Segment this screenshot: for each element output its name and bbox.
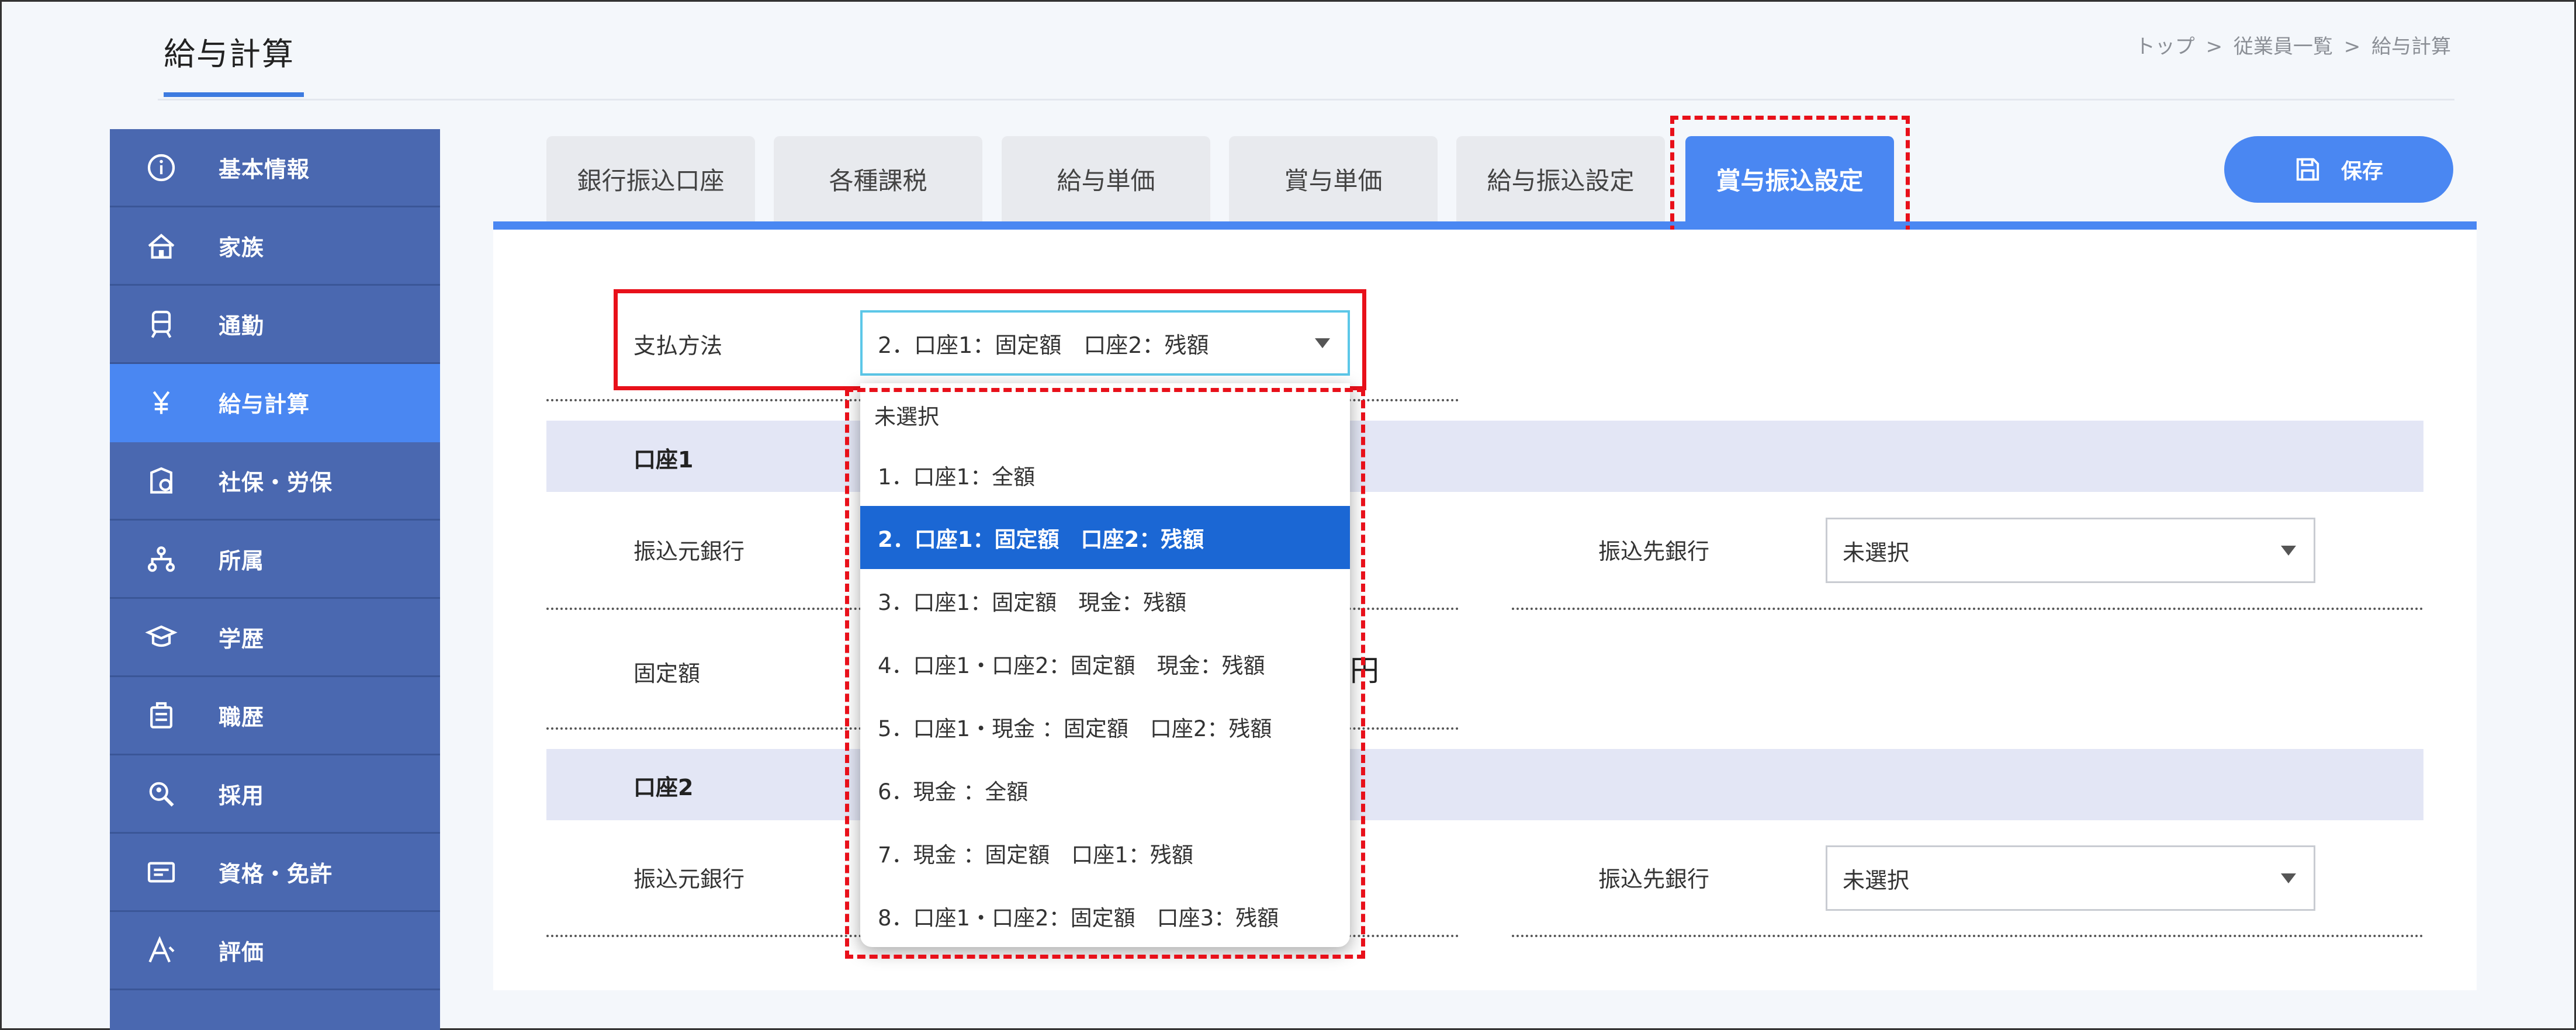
magnifier-icon [144,776,179,811]
dest-bank-label: 振込先銀行 [1598,866,1710,892]
breadcrumb-separator: > [2205,35,2223,58]
page-title: 給与計算 [164,36,295,72]
row-divider [1512,608,2423,610]
save-button-label: 保存 [2340,159,2383,183]
chevron-down-icon [2281,873,2296,883]
chevron-down-icon [2281,546,2296,556]
source-bank-label: 振込元銀行 [633,866,745,892]
breadcrumb-employee-list-link[interactable]: 従業員一覧 [2234,35,2333,58]
insurance-icon [144,463,179,498]
source-bank-label: 振込元銀行 [633,539,745,564]
briefcase-icon [144,698,179,733]
sidebar-item-evaluation[interactable]: 評価 [110,912,440,990]
sidebar-item-label: 社保・労保 [219,470,333,495]
sidebar-item-label: 職歴 [219,705,265,730]
fixed-amount-label: 固定額 [633,661,701,686]
info-icon [144,150,179,185]
yen-icon [144,385,179,420]
account1-section-header [546,421,2423,492]
header-divider [158,99,2454,100]
dest-bank2-select[interactable]: 未選択 [1826,845,2315,911]
sidebar-item-label: 評価 [219,939,265,965]
save-button[interactable]: 保存 [2224,136,2453,203]
tab-salary-transfer[interactable]: 給与振込設定 [1456,136,1665,221]
sidebar-item-insurance[interactable]: 社保・労保 [110,442,440,521]
dest-bank1-value: 未選択 [1843,539,1910,566]
rating-icon [144,933,179,968]
license-card-icon [144,855,179,890]
dest-bank-label: 振込先銀行 [1598,539,1710,564]
sidebar-item-qualifications[interactable]: 資格・免許 [110,834,440,912]
annotation-highlight [845,388,1365,959]
breadcrumb-separator: > [2343,35,2361,58]
breadcrumb-top-link[interactable]: トップ [2135,35,2195,58]
account1-title: 口座1 [633,447,694,473]
train-icon [144,307,179,342]
sidebar-item-work-history[interactable]: 職歴 [110,677,440,755]
title-underline [164,92,304,97]
breadcrumb-current: 給与計算 [2371,35,2451,58]
dest-bank1-select[interactable]: 未選択 [1826,518,2315,583]
tab-underline [493,221,2477,230]
breadcrumb: トップ > 従業員一覧 > 給与計算 [2133,30,2453,59]
org-chart-icon [144,542,179,577]
sidebar-item-label: 学歴 [219,626,265,652]
row-divider [1512,935,2423,937]
sidebar-item-label: 所属 [219,548,265,574]
sidebar: 基本情報 家族 通勤 給与計算 社保・労保 所属 学歴 職歴 採用 資格・免許 … [110,129,440,1030]
tab-salary-rate[interactable]: 給与単価 [1002,136,1210,221]
sidebar-item-department[interactable]: 所属 [110,521,440,599]
dest-bank2-value: 未選択 [1843,867,1910,893]
sidebar-item-basic-info[interactable]: 基本情報 [110,129,440,207]
account2-title: 口座2 [633,775,694,800]
sidebar-item-commute[interactable]: 通勤 [110,286,440,364]
account2-section-header [546,749,2423,820]
sidebar-item-label: 家族 [219,235,265,261]
annotation-highlight [614,289,1366,390]
sidebar-item-label: 通勤 [219,313,265,339]
tab-taxes[interactable]: 各種課税 [774,136,982,221]
tab-bonus-rate[interactable]: 賞与単価 [1229,136,1438,221]
sidebar-item-label: 基本情報 [219,157,310,182]
sidebar-item-recruitment[interactable]: 採用 [110,755,440,834]
sidebar-item-education[interactable]: 学歴 [110,599,440,677]
sidebar-item-label: 採用 [219,783,265,809]
sidebar-item-family[interactable]: 家族 [110,207,440,286]
house-icon [144,228,179,263]
floppy-disk-icon [2296,158,2319,181]
graduation-cap-icon [144,620,179,655]
sidebar-item-payroll[interactable]: 給与計算 [110,364,440,442]
sidebar-item-label: 給与計算 [219,391,310,417]
annotation-highlight [1670,116,1910,246]
tab-bank-account[interactable]: 銀行振込口座 [546,136,755,221]
sidebar-item-label: 資格・免許 [219,861,333,887]
